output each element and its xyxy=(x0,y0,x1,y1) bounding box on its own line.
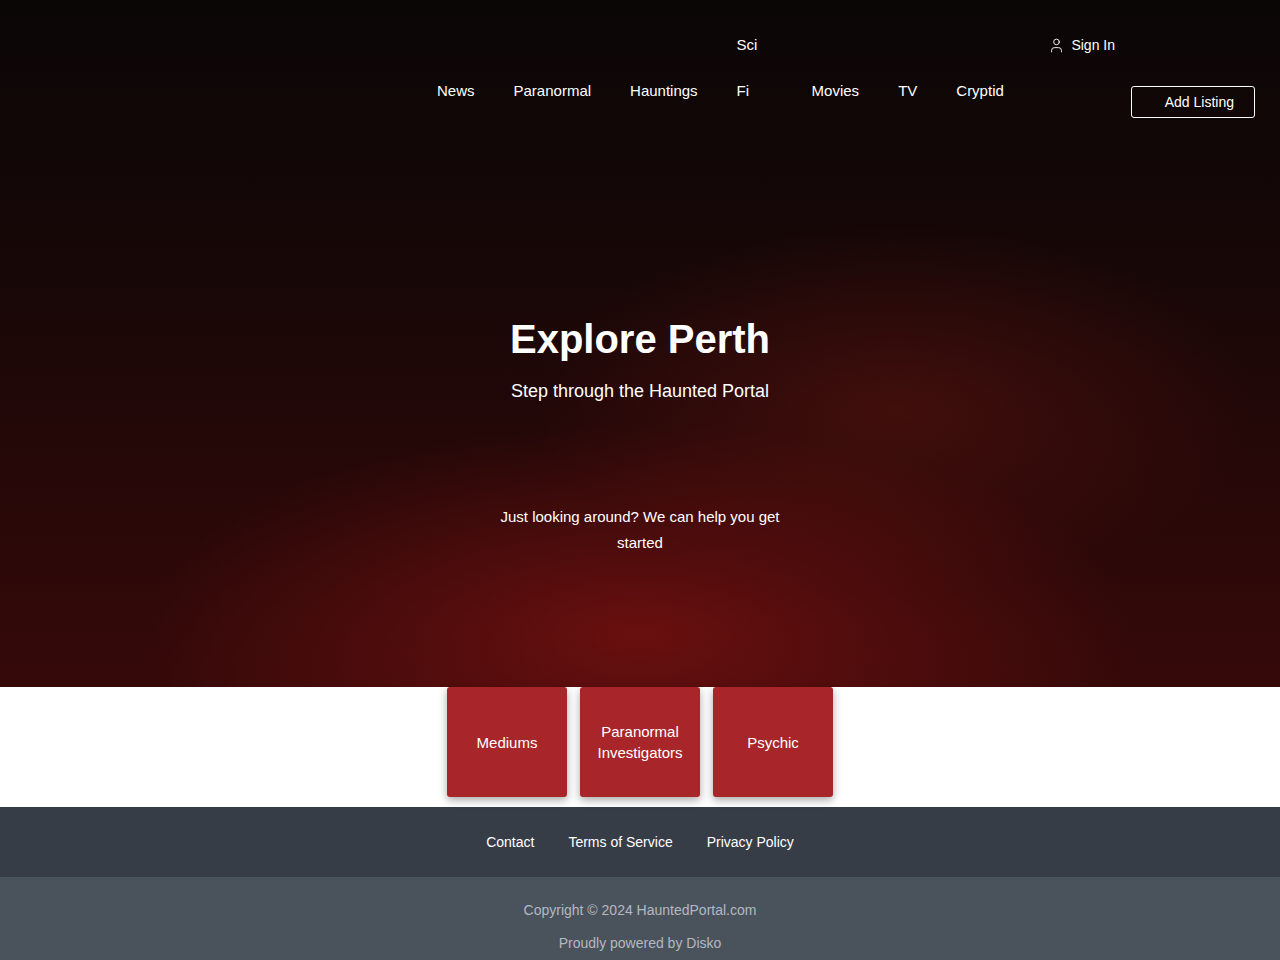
category-band: MediumsParanormal InvestigatorsPsychic xyxy=(0,687,1280,807)
nav-item[interactable]: Movies xyxy=(812,68,860,114)
powered-by: Proudly powered by Disko xyxy=(559,934,722,953)
account-area: Sign In Add Listing xyxy=(1048,22,1255,118)
footer: Copyright © 2024 HauntedPortal.com Proudl… xyxy=(0,877,1280,960)
nav-item[interactable]: Hauntings xyxy=(630,68,698,114)
footer-links: Contact Terms of Service Privacy Policy xyxy=(0,807,1280,877)
help-text: Just looking around? We can help you get… xyxy=(490,504,790,556)
footer-link[interactable]: Privacy Policy xyxy=(707,834,794,850)
nav-item[interactable]: TV xyxy=(898,68,917,114)
category-card[interactable]: Mediums xyxy=(447,687,567,797)
footer-link[interactable]: Terms of Service xyxy=(568,834,672,850)
nav-item[interactable]: Cryptid xyxy=(956,68,1004,114)
nav-item[interactable]: Sci Fi xyxy=(737,22,773,114)
hero-title: Explore Perth xyxy=(510,315,770,363)
user-icon xyxy=(1048,37,1065,54)
add-listing-button[interactable]: Add Listing xyxy=(1131,86,1255,118)
footer-link[interactable]: Contact xyxy=(486,834,534,850)
nav-item[interactable]: News xyxy=(437,68,475,114)
hero: News Paranormal Hauntings Sci Fi Movies TV Cry… xyxy=(0,0,1280,745)
category-card[interactable]: Psychic xyxy=(713,687,833,797)
main-nav: News Paranormal Hauntings Sci Fi Movies TV Cry… xyxy=(437,22,1004,114)
nav-item[interactable]: Paranormal xyxy=(514,68,592,114)
sign-in-link[interactable]: Sign In xyxy=(1048,22,1115,68)
copyright: Copyright © 2024 HauntedPortal.com xyxy=(524,901,757,920)
hero-subtitle: Step through the Haunted Portal xyxy=(511,379,769,403)
category-cards: MediumsParanormal InvestigatorsPsychic xyxy=(0,687,1280,797)
header: News Paranormal Hauntings Sci Fi Movies TV Cry… xyxy=(0,0,1280,118)
hero-body: Explore Perth Step through the Haunted Po… xyxy=(0,118,1280,556)
category-card[interactable]: Paranormal Investigators xyxy=(580,687,700,797)
